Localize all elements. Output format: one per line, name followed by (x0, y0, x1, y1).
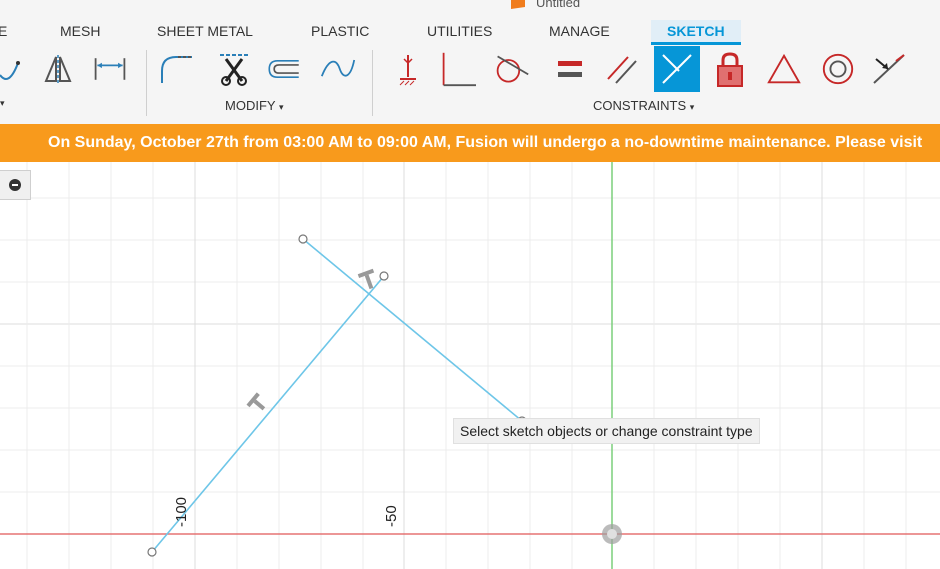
perpendicular-constraint-icon[interactable] (654, 46, 700, 92)
group-label-constraints-text: CONSTRAINTS (593, 98, 687, 113)
sketch-point[interactable] (379, 271, 389, 281)
sketch-canvas[interactable]: -100 -50 (0, 162, 940, 569)
mirror-icon[interactable] (40, 50, 76, 88)
fix-icon[interactable] (390, 50, 426, 88)
lock-icon[interactable] (712, 50, 748, 88)
grid (0, 162, 940, 569)
sketch-line-2[interactable] (302, 238, 523, 422)
tab-sheet-metal[interactable]: SHEET METAL (157, 20, 253, 42)
axis-label-minus-100: -100 (173, 496, 190, 527)
concentric-icon[interactable] (820, 50, 856, 88)
tooltip: Select sketch objects or change constrai… (453, 418, 760, 444)
tab-e[interactable]: E (0, 20, 7, 42)
midpoint-icon[interactable] (870, 50, 906, 88)
dropdown-caret[interactable]: ▾ (0, 98, 5, 109)
perpendicular-icon[interactable] (440, 50, 476, 88)
group-label-modify-text: MODIFY (225, 98, 276, 113)
tangent-constraint-glyph[interactable] (246, 392, 269, 415)
chevron-down-icon: ▾ (278, 102, 284, 112)
sketch-drawing[interactable] (0, 162, 940, 569)
fillet-icon[interactable] (158, 50, 194, 88)
parallel-icon[interactable] (604, 50, 640, 88)
sketch-point[interactable] (147, 547, 157, 557)
group-label-constraints[interactable]: CONSTRAINTS ▾ (593, 98, 694, 113)
tab-mesh[interactable]: MESH (60, 20, 100, 42)
window-title: Untitled (536, 0, 581, 10)
tab-utilities[interactable]: UTILITIES (427, 20, 492, 42)
origin-point[interactable] (602, 524, 622, 544)
curve-icon[interactable] (320, 50, 356, 88)
equal-icon[interactable] (552, 50, 588, 88)
collapse-button[interactable] (0, 170, 31, 200)
group-separator (372, 50, 373, 116)
group-separator (146, 50, 147, 116)
sketch-point[interactable] (298, 234, 308, 244)
offset-icon[interactable] (266, 50, 302, 88)
group-label-modify[interactable]: MODIFY ▾ (225, 98, 283, 113)
maintenance-banner: On Sunday, October 27th from 03:00 AM to… (0, 124, 940, 162)
tangent-icon[interactable] (494, 50, 530, 88)
tab-manage[interactable]: MANAGE (549, 20, 610, 42)
tab-sketch[interactable]: SKETCH (651, 20, 741, 45)
spline-icon[interactable] (0, 50, 30, 88)
document-icon (511, 0, 525, 9)
minus-circle-icon (9, 179, 21, 191)
toolbar: Untitled E MESH SHEET METAL PLASTIC UTIL… (0, 0, 940, 125)
dimension-icon[interactable] (92, 50, 128, 88)
tab-plastic[interactable]: PLASTIC (311, 20, 369, 42)
chevron-down-icon: ▾ (689, 102, 695, 112)
trim-icon[interactable] (216, 50, 252, 88)
triangle-icon[interactable] (766, 50, 802, 88)
banner-text: On Sunday, October 27th from 03:00 AM to… (48, 134, 923, 151)
axis-label-minus-50: -50 (383, 505, 400, 527)
